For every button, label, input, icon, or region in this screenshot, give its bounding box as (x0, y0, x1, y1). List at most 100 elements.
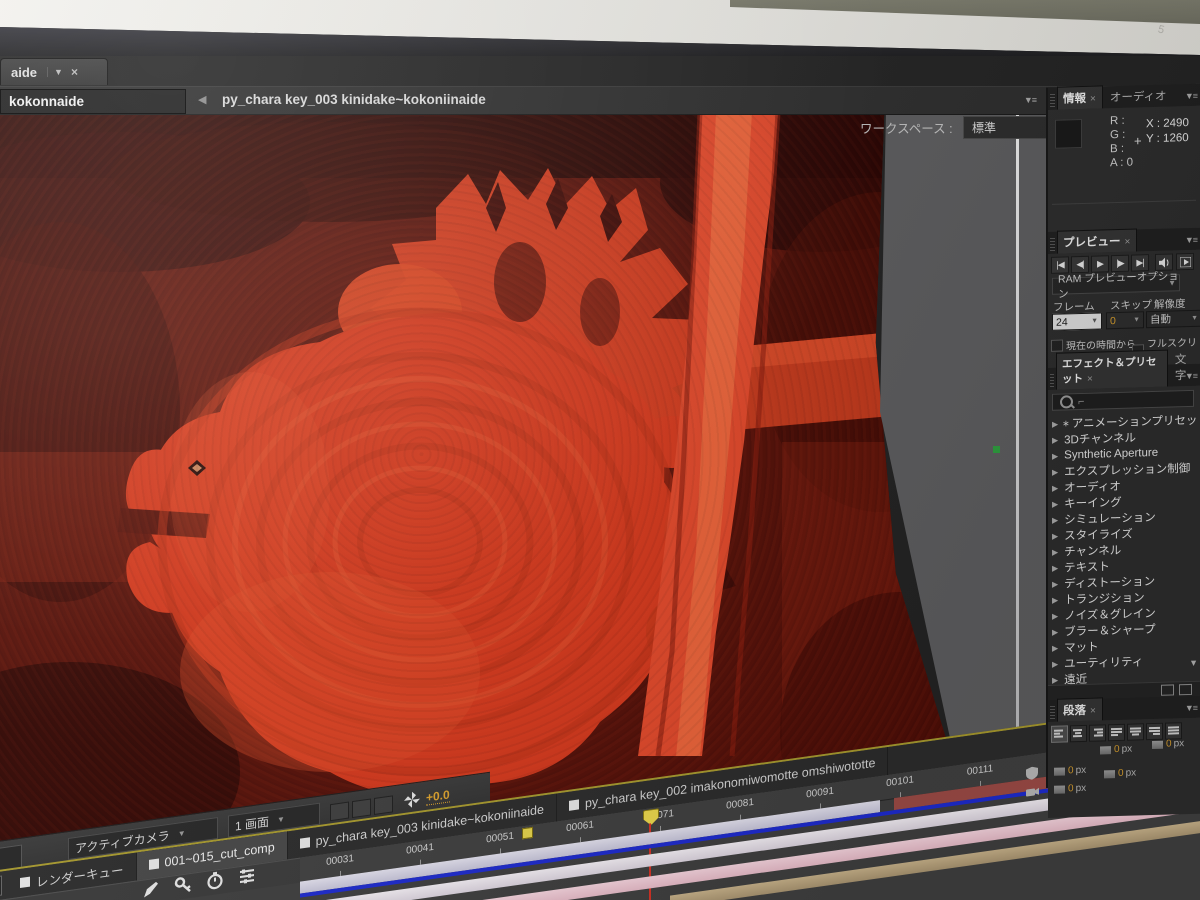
expand-triangle-icon[interactable]: ▶ (1052, 579, 1058, 588)
close-icon[interactable]: × (71, 65, 78, 79)
panel-menu-icon[interactable]: ▼≡ (1185, 235, 1197, 245)
comp-name-tab[interactable]: kokonnaide (0, 89, 186, 114)
effects-search-field[interactable]: ⌐ (1052, 389, 1194, 411)
expand-triangle-icon[interactable]: ▶ (1052, 531, 1058, 540)
camera-icon[interactable] (1026, 786, 1039, 798)
effects-presets-panel: エフェクト＆プリセット × 文字 ▼≡ ⌐ ▶ ∗ アニメーションプリセット ▶… (1048, 349, 1200, 700)
scroll-down-arrow[interactable]: ▼ (1189, 658, 1198, 668)
flowchart-icon[interactable] (352, 798, 371, 819)
grid-guides-icon[interactable] (330, 801, 349, 822)
expand-triangle-icon[interactable]: ▶ (1052, 643, 1058, 652)
speaker-icon (1158, 257, 1168, 268)
panel-menu-icon[interactable]: ▼≡ (1185, 91, 1197, 101)
expand-triangle-icon[interactable]: ▶ (1052, 451, 1058, 460)
comp-color-swatch (568, 799, 579, 811)
stopwatch-icon[interactable] (206, 870, 224, 891)
expand-triangle-icon[interactable]: ▶ (1052, 435, 1058, 444)
frame-input[interactable]: 24 ▼ (1052, 312, 1102, 331)
y-coordinate: Y : 1260 (1146, 132, 1189, 146)
effects-category-list: ▶ ∗ アニメーションプリセット ▶ 3Dチャンネル ▶ Synthetic A… (1050, 412, 1200, 688)
workspace-label: ワークスペース : (860, 122, 953, 136)
crosshair-icon: + (1134, 133, 1142, 149)
after-effects-screen: アクティブカメラ ▼ 1 画面 ▼ +0.0 レンダーキュー 001~015_c… (0, 27, 1200, 900)
offset-value[interactable]: +0.0 (426, 787, 450, 806)
composition-viewer[interactable] (0, 112, 958, 856)
shield-icon[interactable] (1026, 766, 1038, 781)
paragraph-panel: 段落 × ▼≡ 0 px 0 px 0 px 0 px 0 px (1048, 695, 1200, 818)
green-indicator-dot (993, 446, 1000, 453)
ram-preview-icon (1179, 256, 1191, 267)
panel-menu-icon[interactable]: ▼≡ (1024, 95, 1037, 105)
indent-field[interactable]: 0 px (1054, 783, 1086, 795)
new-folder-icon[interactable] (1161, 684, 1174, 696)
back-arrow-icon[interactable]: ◀ (198, 93, 206, 106)
tab-audio[interactable]: オーディオ (1103, 84, 1174, 108)
chevron-down-icon[interactable]: ▼ (47, 67, 69, 77)
indent-icon (1054, 784, 1065, 794)
expand-triangle-icon[interactable]: ▶ (1052, 675, 1058, 684)
chevron-down-icon: ▼ (277, 814, 285, 825)
justify-last-center-button[interactable] (1127, 723, 1144, 741)
indent-field[interactable]: 0 px (1104, 767, 1136, 779)
right-panel-column: 情報 × オーディオ ▼≡ R : G : B : A : 0 + X : 249… (1046, 83, 1200, 818)
comp-color-swatch (299, 837, 310, 849)
monitor-photo: 5 アクティブカメラ ▼ 1 画面 ▼ +0.0 レンダーキュー 001~015… (0, 0, 1200, 900)
comp-tab-row: kokonnaide ◀ py_chara key_003 kinidake~k… (0, 87, 1046, 115)
pinwheel-icon[interactable] (404, 791, 420, 809)
expand-triangle-icon[interactable]: ▶ (1052, 547, 1058, 556)
panel-box-icon[interactable] (0, 875, 2, 899)
expand-triangle-icon[interactable]: ▶ (1052, 467, 1058, 476)
panel-menu-icon[interactable]: ▼≡ (1185, 703, 1197, 713)
indent-field[interactable]: 0 px (1152, 738, 1184, 750)
exposure-icon[interactable] (374, 795, 393, 816)
sliders-icon[interactable] (238, 866, 256, 887)
indent-field[interactable]: 0 px (1100, 744, 1132, 756)
indent-field[interactable]: 0 px (1054, 765, 1086, 777)
pen-icon[interactable] (142, 879, 160, 900)
preview-panel: プレビュー× ▼≡ |◀◀|▶|▶▶| RAM プレビューオプション (1048, 227, 1200, 368)
search-icon (1060, 395, 1073, 409)
panel-grip[interactable] (1050, 237, 1055, 252)
justify-last-right-button[interactable] (1146, 722, 1163, 741)
ram-options-dropdown[interactable]: RAM プレビューオプション ▼ (1052, 270, 1180, 300)
expand-triangle-icon[interactable]: ▶ (1052, 611, 1058, 620)
tab-paragraph[interactable]: 段落 × (1057, 697, 1103, 722)
bezel-mark: 5 (1156, 23, 1166, 37)
expand-triangle-icon[interactable]: ▶ (1052, 515, 1058, 524)
expand-triangle-icon[interactable]: ▶ (1052, 563, 1058, 572)
r-value: R : (1110, 114, 1125, 128)
align-right-button[interactable] (1089, 724, 1106, 742)
justify-last-left-button[interactable] (1108, 723, 1125, 742)
project-tab[interactable]: aide ▼ × (0, 58, 108, 85)
expand-triangle-icon[interactable]: ▶ (1052, 419, 1058, 428)
divider (1052, 199, 1196, 205)
justify-all-button[interactable] (1165, 722, 1182, 740)
g-value: G : (1110, 128, 1126, 142)
tab-info[interactable]: 情報 × (1057, 85, 1103, 110)
x-coordinate: X : 2490 (1146, 117, 1189, 131)
tab-preview[interactable]: プレビュー × (1057, 228, 1138, 254)
align-left-button[interactable] (1051, 725, 1068, 743)
align-center-button[interactable] (1070, 724, 1087, 743)
comp-color-swatch (20, 876, 30, 888)
expand-triangle-icon[interactable]: ▶ (1052, 659, 1058, 668)
expand-triangle-icon[interactable]: ▶ (1052, 483, 1058, 492)
panel-grip[interactable] (1050, 373, 1054, 388)
work-area-marker[interactable] (522, 826, 533, 840)
comp-color-swatch (148, 858, 159, 870)
resolution-dropdown[interactable]: 自動 ▼ (1146, 309, 1200, 329)
panel-grip[interactable] (1050, 93, 1055, 108)
expand-triangle-icon[interactable]: ▶ (1052, 499, 1058, 508)
key-icon[interactable] (174, 875, 192, 896)
panel-edge-highlight (1016, 104, 1019, 760)
indent-icon (1100, 745, 1111, 754)
tab-effects-presets[interactable]: エフェクト＆プリセット × (1055, 349, 1168, 390)
new-preset-icon[interactable] (1179, 683, 1192, 696)
top-tab-strip: aide ▼ × ワークスペース : 標準 ▼ ヘルプを検索 (0, 56, 1200, 145)
panel-menu-icon[interactable]: ▼≡ (1185, 371, 1197, 381)
panel-grip[interactable] (1050, 705, 1055, 720)
expand-triangle-icon[interactable]: ▶ (1052, 627, 1058, 636)
expand-triangle-icon[interactable]: ▶ (1052, 595, 1058, 604)
skip-input[interactable]: 0 ▼ (1106, 311, 1144, 330)
color-swatch (1055, 118, 1082, 149)
